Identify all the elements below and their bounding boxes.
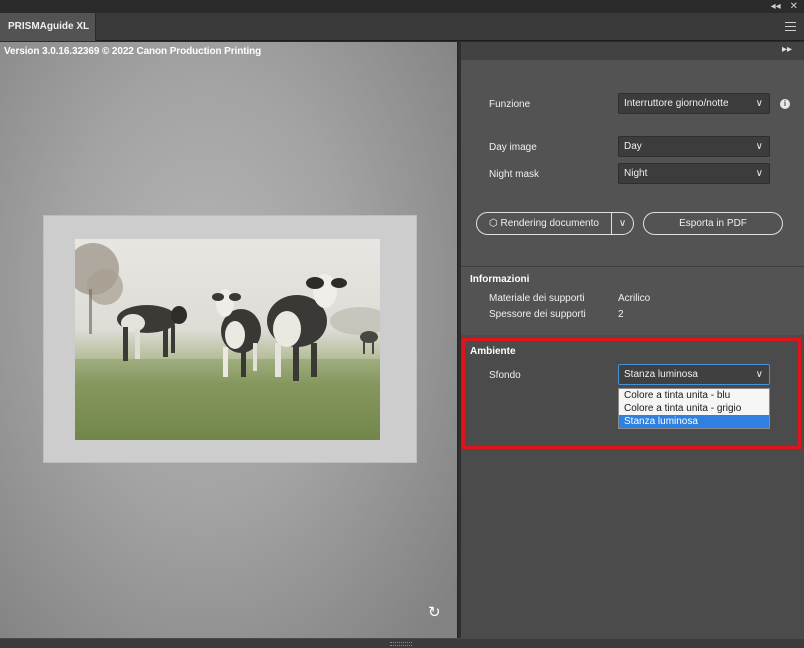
menu-icon[interactable] (785, 20, 796, 33)
funzione-value: Interruttore giorno/notte (624, 98, 729, 109)
preview-image (75, 239, 380, 440)
chevron-down-icon: ∨ (618, 218, 627, 229)
funzione-select[interactable]: Interruttore giorno/notte ∨ (618, 93, 770, 114)
spessore-label: Spessore dei supporti (489, 309, 586, 320)
day-image-value: Day (624, 141, 642, 152)
sfondo-label: Sfondo (489, 370, 521, 381)
tab-prismaguide[interactable]: PRISMAguide XL (0, 13, 96, 41)
chevron-down-icon: ∨ (755, 369, 763, 380)
materiale-value: Acrilico (618, 293, 651, 304)
night-mask-value: Night (624, 168, 648, 179)
cows-photo (75, 243, 380, 440)
esporta-pdf-button[interactable]: Esporta in PDF (643, 212, 783, 235)
preview-area: Version 3.0.16.32369 © 2022 Canon Produc… (0, 42, 457, 638)
section-separator (461, 266, 804, 267)
rendering-options-button[interactable]: ∨ (612, 212, 634, 235)
spessore-value: 2 (618, 309, 624, 320)
funzione-label: Funzione (489, 99, 531, 110)
panel-header: ▸▸ (461, 42, 804, 60)
rendering-button-label: Rendering documento (500, 218, 599, 229)
resize-grip[interactable] (390, 642, 412, 646)
window-controls: ◂◂ ✕ (771, 0, 798, 13)
materiale-label: Materiale dei supporti (489, 293, 585, 304)
sfondo-dropdown-list: Colore a tinta unita - blu Colore a tint… (618, 388, 770, 429)
print-mat (43, 215, 417, 463)
window-top-strip: ◂◂ ✕ (0, 0, 804, 13)
expand-panel-icon[interactable]: ▸▸ (782, 44, 792, 55)
bottom-resize-strip[interactable] (0, 638, 804, 648)
sfondo-option[interactable]: Colore a tinta unita - grigio (619, 402, 769, 415)
night-mask-label: Night mask (489, 169, 540, 180)
version-text: Version 3.0.16.32369 © 2022 Canon Produc… (4, 46, 262, 57)
chevron-down-icon: ∨ (755, 98, 763, 109)
night-mask-select[interactable]: Night ∨ (618, 163, 770, 184)
collapse-panels-icon[interactable]: ◂◂ (771, 0, 781, 13)
day-image-label: Day image (489, 142, 537, 153)
sfondo-select[interactable]: Stanza luminosa ∨ (618, 364, 770, 385)
ambiente-title: Ambiente (470, 346, 516, 357)
chevron-down-icon: ∨ (755, 141, 763, 152)
sfondo-value: Stanza luminosa (624, 369, 698, 380)
rendering-documento-button[interactable]: ⬡ Rendering documento (476, 212, 612, 235)
chevron-down-icon: ∨ (755, 168, 763, 179)
info-icon[interactable]: i (780, 99, 790, 109)
sfondo-option-selected[interactable]: Stanza luminosa (619, 415, 769, 428)
close-icon[interactable]: ✕ (790, 0, 798, 13)
cube-icon: ⬡ (489, 218, 498, 229)
day-image-select[interactable]: Day ∨ (618, 136, 770, 157)
settings-panel: ▸▸ Funzione Interruttore giorno/notte ∨ … (461, 42, 804, 638)
sfondo-option[interactable]: Colore a tinta unita - blu (619, 389, 769, 402)
informazioni-title: Informazioni (470, 274, 530, 285)
refresh-icon[interactable]: ↻ (428, 605, 444, 621)
tab-bar: PRISMAguide XL (0, 13, 804, 41)
